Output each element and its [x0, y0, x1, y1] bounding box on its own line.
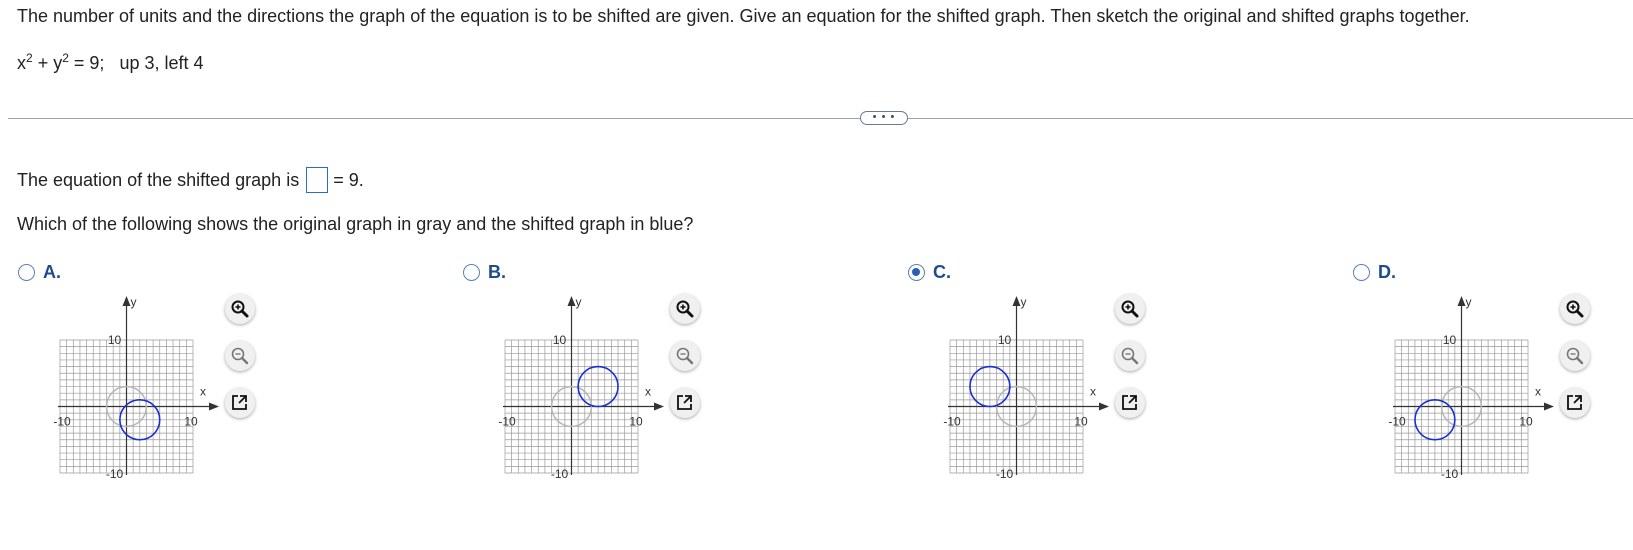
open-new-window-button[interactable] [670, 388, 700, 418]
zoom-out-icon [1566, 347, 1584, 365]
x-axis-arrow [1099, 402, 1109, 411]
open-new-window-button[interactable] [225, 388, 255, 418]
radio-button[interactable] [18, 264, 35, 281]
option-a[interactable]: A. [18, 262, 61, 283]
option-label: D. [1378, 262, 1396, 282]
y-axis-arrow [1012, 296, 1021, 306]
y-axis-arrow [1457, 296, 1466, 306]
x-axis-label: x [1535, 385, 1541, 399]
zoom-out-button[interactable] [1115, 341, 1145, 371]
separator [8, 118, 1633, 119]
y-axis-label: y [576, 295, 582, 309]
zoom-out-button[interactable] [670, 341, 700, 371]
more-button[interactable]: • • • [860, 111, 908, 125]
shift-text: up 3, left 4 [119, 53, 204, 73]
open-new-window-icon [677, 395, 692, 410]
y-axis-arrow [122, 296, 131, 306]
open-new-window-button[interactable] [1115, 388, 1145, 418]
zoom-in-button[interactable] [225, 294, 255, 324]
zoom-out-icon [1121, 347, 1139, 365]
zoom-in-icon [1121, 300, 1139, 318]
zoom-in-button[interactable] [1115, 294, 1145, 324]
y-tick-label: -10 [551, 467, 569, 481]
coordinate-graph: y x 10 -10 10 -10 [53, 295, 219, 481]
open-new-window-icon [1567, 395, 1582, 410]
y-tick-label: 10 [108, 333, 122, 347]
y-tick-label: -10 [996, 467, 1014, 481]
zoom-out-button[interactable] [225, 341, 255, 371]
question-text: Which of the following shows the origina… [17, 214, 694, 234]
option-label: A. [43, 262, 61, 282]
instructions-text: The number of units and the directions t… [17, 6, 1470, 26]
zoom-out-icon [231, 347, 249, 365]
x-tick-label: -10 [1388, 415, 1406, 429]
open-new-window-icon [232, 395, 247, 410]
x-axis-label: x [645, 385, 651, 399]
y-axis-label: y [1466, 295, 1472, 309]
answer-suffix: = 9. [333, 169, 364, 190]
option-b[interactable]: B. [463, 262, 506, 283]
option-label: C. [933, 262, 951, 282]
x-tick-label: -10 [498, 415, 516, 429]
x-axis-arrow [1544, 402, 1554, 411]
y-axis-label: y [1021, 295, 1027, 309]
y-axis-arrow [567, 296, 576, 306]
open-new-window-icon [1122, 395, 1137, 410]
x-tick-label: 10 [184, 415, 198, 429]
zoom-in-icon [231, 300, 249, 318]
answer-prefix: The equation of the shifted graph is [17, 169, 300, 190]
coordinate-graph: y x 10 -10 10 -10 [943, 295, 1109, 481]
x-tick-label: -10 [943, 415, 961, 429]
y-tick-label: 10 [553, 333, 567, 347]
zoom-out-button[interactable] [1560, 341, 1590, 371]
x-axis-arrow [209, 402, 219, 411]
coordinate-graph: y x 10 -10 10 -10 [1388, 295, 1554, 481]
open-new-window-button[interactable] [1560, 388, 1590, 418]
y-tick-label: 10 [1443, 333, 1457, 347]
radio-button[interactable] [463, 264, 480, 281]
x-tick-label: 10 [629, 415, 643, 429]
y-axis-label: y [131, 295, 137, 309]
option-label: B. [488, 262, 506, 282]
x-axis-label: x [1090, 385, 1096, 399]
answer-input[interactable] [306, 167, 329, 193]
option-d[interactable]: D. [1353, 262, 1396, 283]
zoom-in-icon [676, 300, 694, 318]
eq-x: x [17, 53, 26, 73]
given-equation: x2 + y2 = 9; up 3, left 4 [17, 51, 204, 73]
zoom-out-icon [676, 347, 694, 365]
zoom-in-button[interactable] [1560, 294, 1590, 324]
eq-y: y [53, 53, 63, 73]
eq-y-exp: 2 [62, 51, 69, 65]
option-c[interactable]: C. [908, 262, 951, 283]
y-tick-label: -10 [1441, 467, 1459, 481]
radio-button[interactable] [1353, 264, 1370, 281]
x-tick-label: 10 [1519, 415, 1533, 429]
coordinate-graph: y x 10 -10 10 -10 [498, 295, 664, 481]
eq-x-exp: 2 [26, 51, 33, 65]
zoom-in-icon [1566, 300, 1584, 318]
eq-rest: = 9; [73, 53, 105, 73]
x-tick-label: 10 [1074, 415, 1088, 429]
radio-button[interactable] [908, 264, 925, 281]
y-tick-label: -10 [106, 467, 124, 481]
x-axis-arrow [654, 402, 664, 411]
x-axis-label: x [200, 385, 206, 399]
answer-line: The equation of the shifted graph is = 9… [17, 167, 364, 193]
x-tick-label: -10 [53, 415, 71, 429]
y-tick-label: 10 [998, 333, 1012, 347]
zoom-in-button[interactable] [670, 294, 700, 324]
